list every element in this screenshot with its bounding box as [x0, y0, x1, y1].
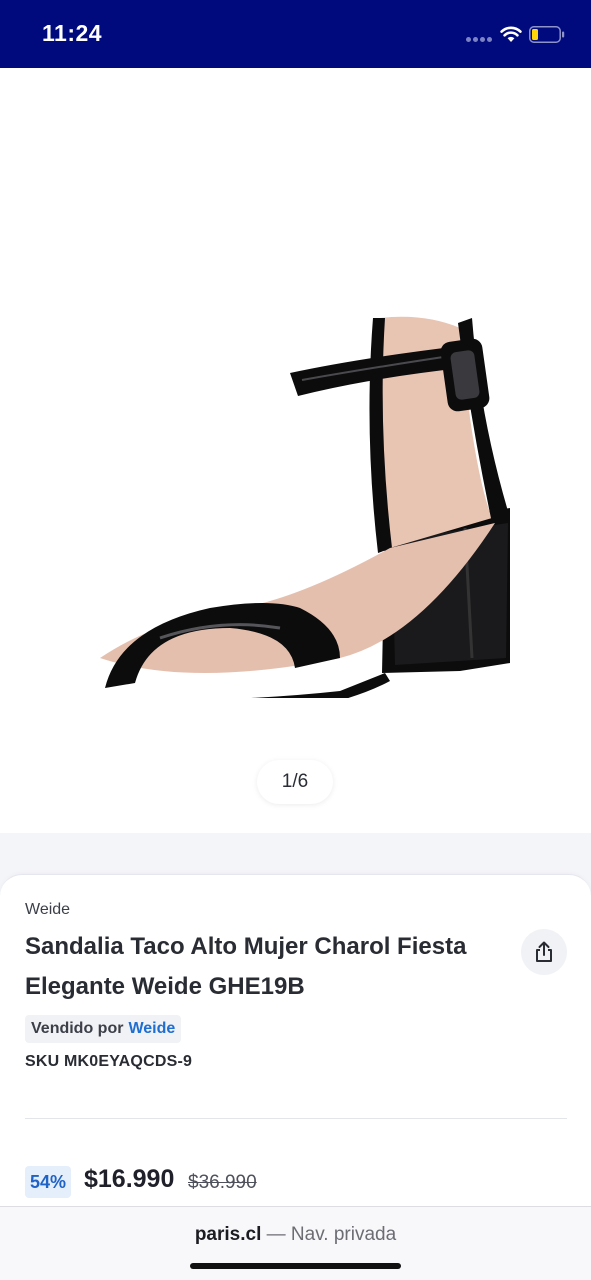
share-icon [536, 941, 552, 962]
status-time: 11:24 [42, 20, 103, 46]
seller-link[interactable]: Weide [128, 1020, 175, 1038]
wifi-icon [500, 26, 522, 42]
cellular-signal-icon [466, 37, 494, 43]
product-title: Sandalia Taco Alto Mujer Charol Fiesta E… [25, 933, 467, 1000]
divider [25, 1118, 567, 1119]
product-sku: SKU MK0EYAQCDS-9 [25, 1053, 193, 1070]
product-brand[interactable]: Weide [25, 901, 70, 919]
url-domain: paris.cl [194, 1224, 262, 1245]
url-separator: — [266, 1224, 286, 1245]
browser-address-bar[interactable]: paris.cl — Nav. privada [0, 1206, 591, 1280]
product-image-sandal[interactable] [40, 218, 540, 698]
image-page-indicator: 1/6 [257, 760, 333, 804]
home-indicator[interactable] [190, 1263, 401, 1269]
product-info-card: Weide Sandalia Taco Alto Mujer Charol Fi… [0, 874, 591, 1214]
status-bar: 11:24 [0, 0, 591, 68]
private-mode-label: Nav. privada [290, 1224, 397, 1245]
url-line[interactable]: paris.cl — Nav. privada [0, 1224, 591, 1246]
original-price: $36.990 [188, 1172, 257, 1193]
seller-prefix: Vendido por [31, 1020, 124, 1037]
discount-badge: 54% [25, 1166, 72, 1198]
current-price: $16.990 [84, 1165, 175, 1193]
product-image-gallery[interactable]: 1/6 [0, 68, 591, 833]
battery-icon [529, 26, 565, 43]
share-button[interactable] [521, 929, 567, 975]
seller-chip: Vendido por Weide [25, 1015, 182, 1043]
